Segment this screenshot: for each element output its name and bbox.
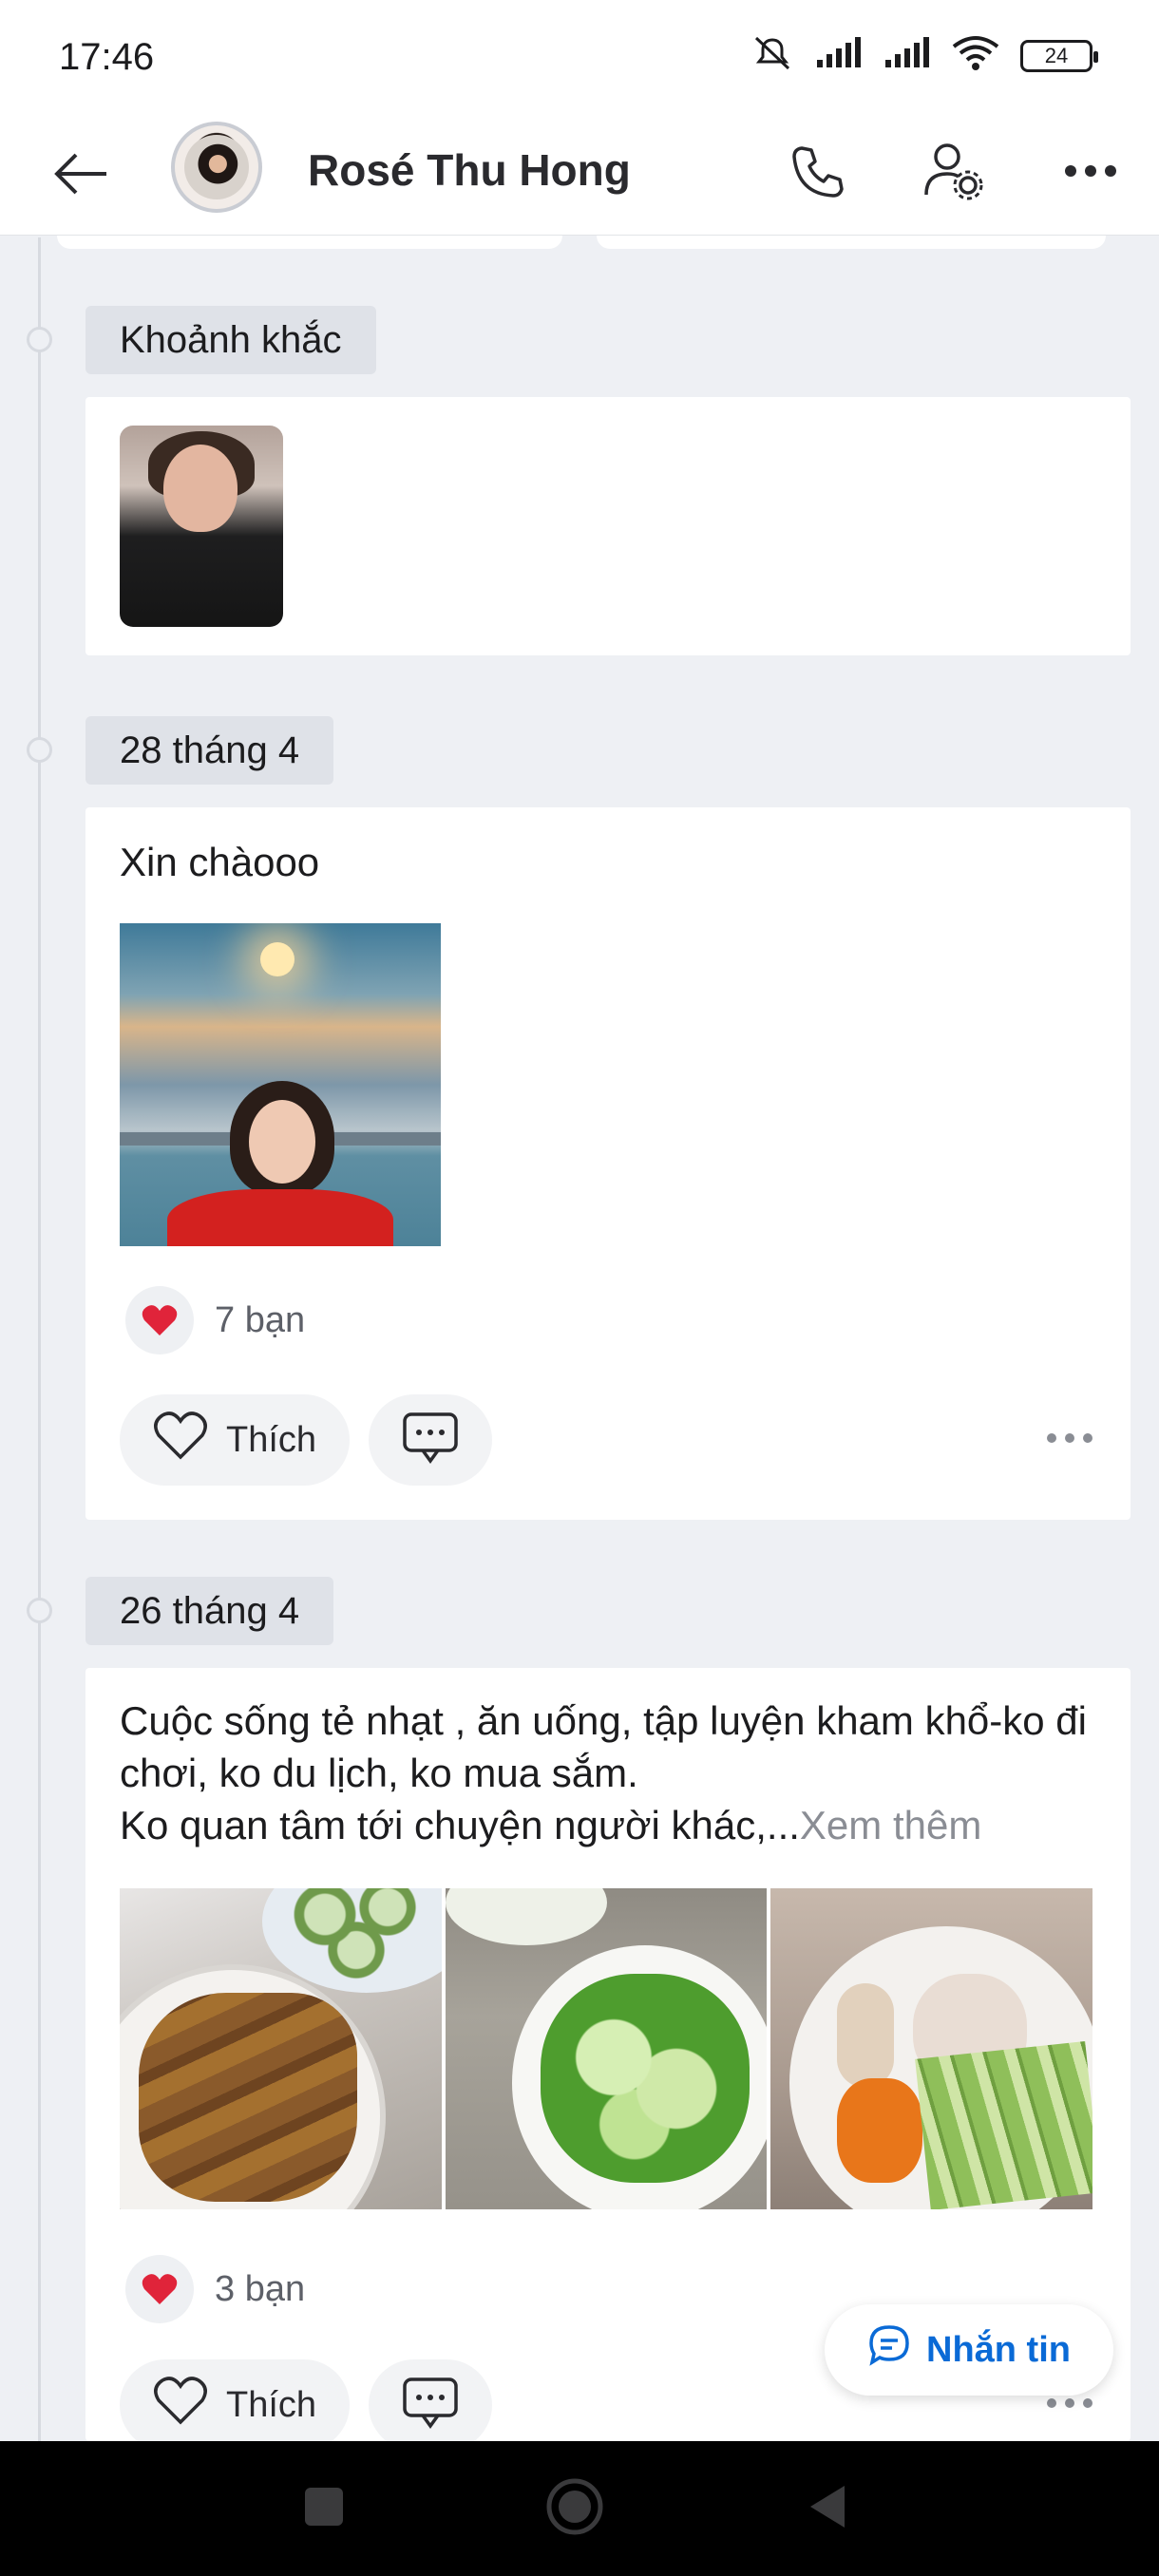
heart-icon — [125, 2255, 194, 2323]
post-photo-grid — [120, 1888, 1093, 2209]
chat-icon — [867, 2323, 911, 2377]
heart-outline-icon — [152, 2375, 209, 2435]
timeline-dot — [27, 327, 52, 352]
like-button[interactable]: Thích — [120, 2359, 350, 2451]
back-button[interactable] — [48, 142, 114, 209]
message-button-label: Nhắn tin — [926, 2329, 1071, 2370]
post-card: Xin chàooo 7 bạn Thích — [86, 807, 1130, 1520]
comment-button[interactable] — [369, 1394, 492, 1486]
signal-icon-1 — [815, 37, 863, 74]
user-settings-icon — [922, 140, 985, 207]
post-text: Xin chàooo — [120, 840, 320, 884]
more-icon — [1046, 1431, 1093, 1449]
reaction-count: 3 bạn — [215, 2268, 306, 2309]
heart-icon — [125, 1286, 194, 1354]
see-more-link[interactable]: Xem thêm — [800, 1803, 981, 1847]
comment-icon — [402, 2377, 459, 2434]
post-photo[interactable] — [120, 923, 441, 1246]
more-icon — [1046, 2396, 1093, 2414]
moments-card — [86, 397, 1130, 655]
back-arrow-icon — [53, 152, 108, 200]
recent-apps-button[interactable] — [291, 2475, 357, 2542]
post-photo[interactable] — [445, 1888, 768, 2209]
square-icon — [303, 2486, 345, 2532]
avatar[interactable] — [171, 122, 262, 213]
post-photo[interactable] — [120, 1888, 442, 2209]
post-date: 28 tháng 4 — [86, 716, 334, 785]
circle-icon — [544, 2476, 605, 2542]
timeline-line — [38, 237, 41, 2441]
mute-icon — [750, 34, 794, 77]
post-more-button[interactable] — [1032, 1413, 1108, 1467]
post-date: 26 tháng 4 — [86, 1577, 334, 1645]
navigation-bar — [0, 2441, 1159, 2576]
phone-icon — [788, 142, 846, 204]
post-text: Cuộc sống tẻ nhạt , ăn uống, tập luyện k… — [120, 1695, 1108, 1851]
message-button[interactable]: Nhắn tin — [825, 2304, 1113, 2396]
comment-icon — [402, 1411, 459, 1469]
profile-settings-button[interactable] — [916, 135, 992, 211]
page-title[interactable]: Rosé Thu Hong — [308, 144, 631, 196]
like-label: Thích — [226, 1419, 317, 1460]
signal-icon-2 — [884, 37, 931, 74]
partial-card-right — [597, 236, 1106, 249]
comment-button[interactable] — [369, 2359, 492, 2451]
reaction-count: 7 bạn — [215, 1299, 306, 1340]
post-photo[interactable] — [770, 1888, 1093, 2209]
home-button[interactable] — [542, 2475, 608, 2542]
status-time: 17:46 — [59, 36, 155, 78]
timeline-dot — [27, 1598, 52, 1623]
status-bar: 17:46 24 — [0, 0, 1159, 114]
reaction-summary[interactable]: 7 bạn — [125, 1286, 305, 1354]
like-label: Thích — [226, 2384, 317, 2425]
more-icon — [1064, 164, 1117, 182]
post-actions: Thích — [120, 1394, 1108, 1486]
partial-card-left — [57, 236, 562, 249]
heart-outline-icon — [152, 1410, 209, 1470]
call-button[interactable] — [779, 135, 855, 211]
more-options-button[interactable] — [1053, 135, 1129, 211]
like-button[interactable]: Thích — [120, 1394, 350, 1486]
timeline-dot — [27, 737, 52, 763]
status-icons: 24 — [750, 34, 1098, 77]
back-nav-button[interactable] — [794, 2475, 861, 2542]
triangle-back-icon — [807, 2484, 848, 2534]
reaction-summary[interactable]: 3 bạn — [125, 2255, 305, 2323]
wifi-icon — [952, 35, 999, 76]
profile-header: Rosé Thu Hong — [0, 114, 1159, 236]
battery-icon: 24 — [1020, 39, 1098, 72]
section-label-moments: Khoảnh khắc — [86, 306, 376, 374]
moment-thumbnail[interactable] — [120, 426, 283, 627]
